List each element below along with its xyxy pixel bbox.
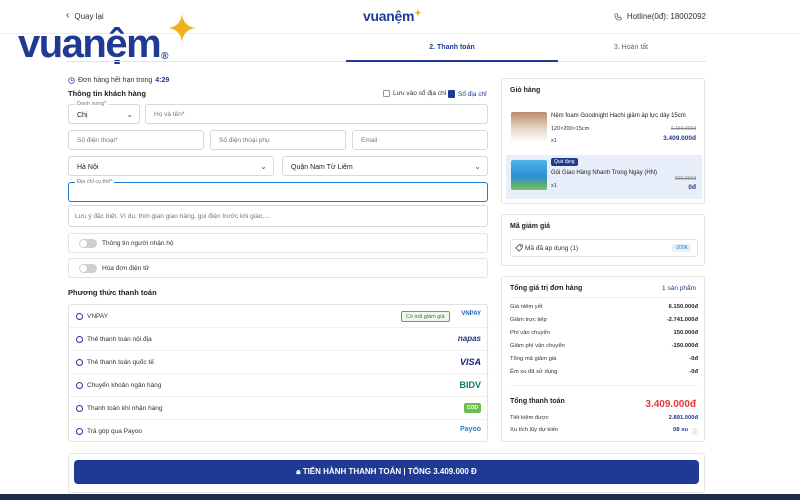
info-icon[interactable]: ⓘ (692, 427, 698, 436)
summary-row: Giảm phí vận chuyển -150.000đ (510, 343, 698, 349)
radio-button[interactable] (76, 313, 83, 320)
email-input[interactable]: Email (352, 130, 488, 150)
book-icon (448, 90, 455, 98)
district-select[interactable]: Quận Nam Từ Liêm ⌄ (282, 156, 488, 176)
payment-option-international-card[interactable]: Thẻ thanh toán quốc tế VISA (69, 351, 489, 374)
total-label: Tổng thanh toán (510, 398, 565, 405)
step-complete[interactable]: 3. Hoàn tất (576, 44, 686, 51)
radio-button[interactable] (76, 428, 83, 435)
phone-input[interactable]: Số điện thoại* (68, 130, 204, 150)
back-label: Quay lại (74, 11, 104, 21)
promo-badge: Có mã giảm giá (401, 311, 450, 322)
order-timer: Đơn hàng hết hạn trong 4:29 (68, 77, 169, 84)
radio-button[interactable] (76, 336, 83, 343)
address-input[interactable]: Địa chỉ cụ thể* (68, 179, 488, 202)
napas-logo-icon: napas (457, 334, 481, 343)
timer-value: 4:29 (155, 77, 170, 84)
province-select[interactable]: Hà Nội ⌄ (68, 156, 274, 176)
radio-button[interactable] (76, 405, 83, 412)
cart-card: Giỏ hàng Nệm foam Goodnight Hachi giảm á… (501, 78, 705, 204)
summary-row: Tổng mã giảm giá -0đ (510, 356, 698, 362)
step-payment[interactable]: 2. Thanh toán (366, 44, 538, 51)
header-logo[interactable]: vuanệm✦ (363, 8, 422, 24)
payment-option-payoo[interactable]: Trả góp qua Payoo Payoo (69, 420, 489, 443)
bottom-bar (0, 494, 800, 500)
einvoice-toggle-row[interactable]: Hóa đơn điện tử (68, 258, 488, 278)
summary-row: Êm xu đã sử dụng -0đ (510, 369, 698, 375)
voucher-card: Mã giảm giá Mã đã áp dụng (1) -200K (501, 214, 705, 266)
cart-item: Nệm foam Goodnight Hachi giảm áp lực dày… (506, 107, 702, 151)
mattress-thumbnail (511, 112, 547, 142)
lock-icon: 🔒︎ (296, 467, 301, 476)
vnpay-logo-icon: VNPAY (461, 311, 481, 317)
einvoice-toggle[interactable] (79, 264, 97, 273)
summary-row: Giá niêm yết 6.150.000đ (510, 304, 698, 310)
secondary-phone-input[interactable]: Số điện thoại phụ (210, 130, 346, 150)
gift-badge: Quà tặng (551, 158, 578, 166)
applied-voucher-row[interactable]: Mã đã áp dụng (1) -200K (510, 239, 698, 257)
chevron-down-icon: ⌄ (260, 162, 267, 171)
radio-button[interactable] (76, 359, 83, 366)
note-textarea[interactable]: Lưu ý đặc biệt. Ví dụ, thời gian giao hà… (68, 205, 488, 227)
payment-option-cod[interactable]: Thanh toán khi nhận hàng COD (69, 397, 489, 420)
points-row: Xu tích lũy dự kiến 08 xu ⓘ (510, 427, 698, 436)
receiver-info-toggle-row[interactable]: Thông tin người nhận hộ (68, 233, 488, 253)
cart-title: Giỏ hàng (510, 87, 541, 94)
payment-option-bank-transfer[interactable]: Chuyển khoản ngân hàng BIDV (69, 374, 489, 397)
radio-button[interactable] (76, 382, 83, 389)
checkout-steps: 2. Thanh toán 3. Hoàn tất (66, 36, 706, 62)
save-address-checkbox[interactable]: Lưu vào sổ địa chỉ (383, 90, 446, 97)
summary-row: Giảm trực tiếp -2.741.000đ (510, 317, 698, 323)
product-count: 1 sản phẩm (662, 285, 696, 292)
active-step-indicator (346, 60, 558, 62)
checkout-button[interactable]: 🔒︎ TIẾN HÀNH THANH TOÁN | TỔNG 3.409.000… (74, 460, 699, 484)
payment-option-vnpay[interactable]: VNPAY Có mã giảm giá VNPAY (69, 305, 489, 328)
bidv-logo-icon: BIDV (459, 380, 481, 390)
title-select[interactable]: Danh xưng* Chị ⌄ (68, 101, 140, 124)
chevron-down-icon: ⌄ (126, 110, 133, 119)
payment-method-title: Phương thức thanh toán (68, 288, 157, 297)
cod-truck-icon: COD (463, 403, 481, 413)
order-summary-card: Tổng giá trị đơn hàng 1 sản phẩm Giá niê… (501, 276, 705, 442)
summary-row: Phí vận chuyển 150.000đ (510, 330, 698, 336)
clock-icon (68, 77, 75, 84)
voucher-amount-badge: -200K (671, 244, 691, 252)
customer-info-title: Thông tin khách hàng (68, 89, 146, 98)
hotline-text: Hotline(0đ): 18002092 (626, 12, 706, 21)
phone-icon (614, 12, 622, 21)
full-name-input[interactable]: Họ và tên* (145, 104, 488, 124)
total-value: 3.409.000đ (645, 399, 696, 410)
payment-option-domestic-card[interactable]: Thẻ thanh toán nội địa napas (69, 328, 489, 351)
back-link[interactable]: ‹ Quay lại (66, 11, 104, 21)
savings-row: Tiết kiệm được 2.891.000đ (510, 415, 698, 421)
chevron-down-icon: ⌄ (474, 162, 481, 171)
hotline[interactable]: Hotline(0đ): 18002092 (614, 12, 706, 21)
summary-title: Tổng giá trị đơn hàng (510, 285, 583, 292)
address-book-link[interactable]: Sổ địa chỉ (448, 90, 487, 98)
visa-logo-icon: VISA (459, 357, 481, 367)
delivery-truck-thumbnail (511, 160, 547, 190)
star-icon: ✦ (414, 8, 422, 18)
cart-gift-item: Quà tặng Gói Giao Hàng Nhanh Trong Ngày … (506, 155, 702, 199)
payment-method-list: VNPAY Có mã giảm giá VNPAY Thẻ thanh toá… (68, 304, 489, 443)
chevron-left-icon: ‹ (66, 10, 70, 21)
receiver-toggle[interactable] (79, 239, 97, 248)
checkbox-box[interactable] (383, 90, 390, 97)
voucher-title: Mã giảm giá (510, 223, 551, 230)
tag-icon (515, 244, 523, 252)
payoo-logo-icon: Payoo (459, 426, 481, 433)
